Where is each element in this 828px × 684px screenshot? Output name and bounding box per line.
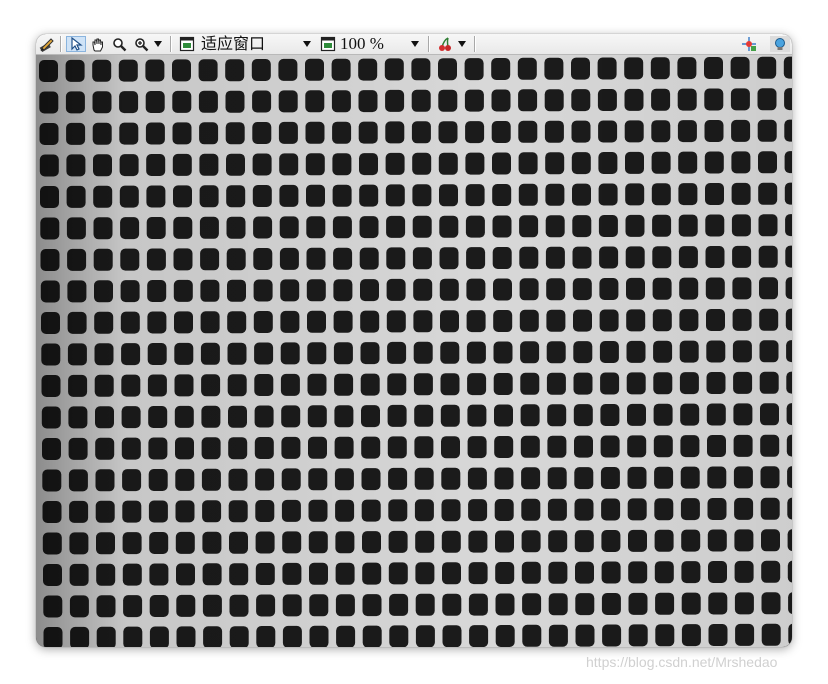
- toolbar-separator: [170, 36, 171, 52]
- toolbar-separator: [428, 36, 429, 52]
- inspect-pixel-icon: [742, 37, 756, 51]
- inspect-pixel-button[interactable]: [740, 36, 758, 52]
- pointer-tool-button[interactable]: [66, 36, 86, 52]
- toolbar-separator: [474, 36, 475, 52]
- zoom-mode-dropdown-arrow[interactable]: [152, 36, 164, 52]
- zoom-percent-icon: [320, 36, 336, 52]
- zoom-icon: [112, 37, 126, 51]
- hand-pan-button[interactable]: [88, 36, 106, 52]
- fabric-mesh-image: [36, 34, 792, 647]
- zoom-fit-dropdown-arrow[interactable]: [300, 36, 314, 52]
- chevron-down-icon: [411, 41, 419, 47]
- chevron-down-icon: [154, 41, 162, 47]
- hand-pan-icon: [92, 38, 103, 51]
- pointer-icon: [71, 37, 83, 51]
- settings-button[interactable]: [770, 36, 790, 52]
- fit-window-icon: [179, 36, 195, 52]
- cherries-icon: [439, 37, 451, 51]
- watermark: https://blog.csdn.net/Mrshedao: [586, 654, 778, 670]
- zoom-button[interactable]: [110, 36, 128, 52]
- zoom-percent-button[interactable]: [319, 36, 337, 52]
- chevron-down-icon: [303, 41, 311, 47]
- lightbulb-icon: [775, 38, 785, 50]
- color-dropdown-arrow[interactable]: [456, 36, 468, 52]
- zoom-fit-combo[interactable]: 适应窗口: [201, 35, 265, 53]
- zoom-percent-combo[interactable]: 100 %: [340, 35, 384, 53]
- toolbar-separator: [60, 36, 61, 52]
- zoom-plus-button[interactable]: [132, 36, 150, 52]
- chevron-down-icon: [458, 41, 466, 47]
- toolbar: 适应窗口 100 %: [36, 34, 792, 55]
- zoom-percent-dropdown-arrow[interactable]: [408, 36, 422, 52]
- zoom-plus-icon: [134, 37, 148, 51]
- pencil-icon[interactable]: [38, 36, 56, 52]
- image-viewer-window: 适应窗口 100 %: [36, 34, 792, 647]
- fit-window-button[interactable]: [178, 36, 196, 52]
- image-viewport[interactable]: [36, 34, 792, 647]
- color-channels-button[interactable]: [436, 36, 454, 52]
